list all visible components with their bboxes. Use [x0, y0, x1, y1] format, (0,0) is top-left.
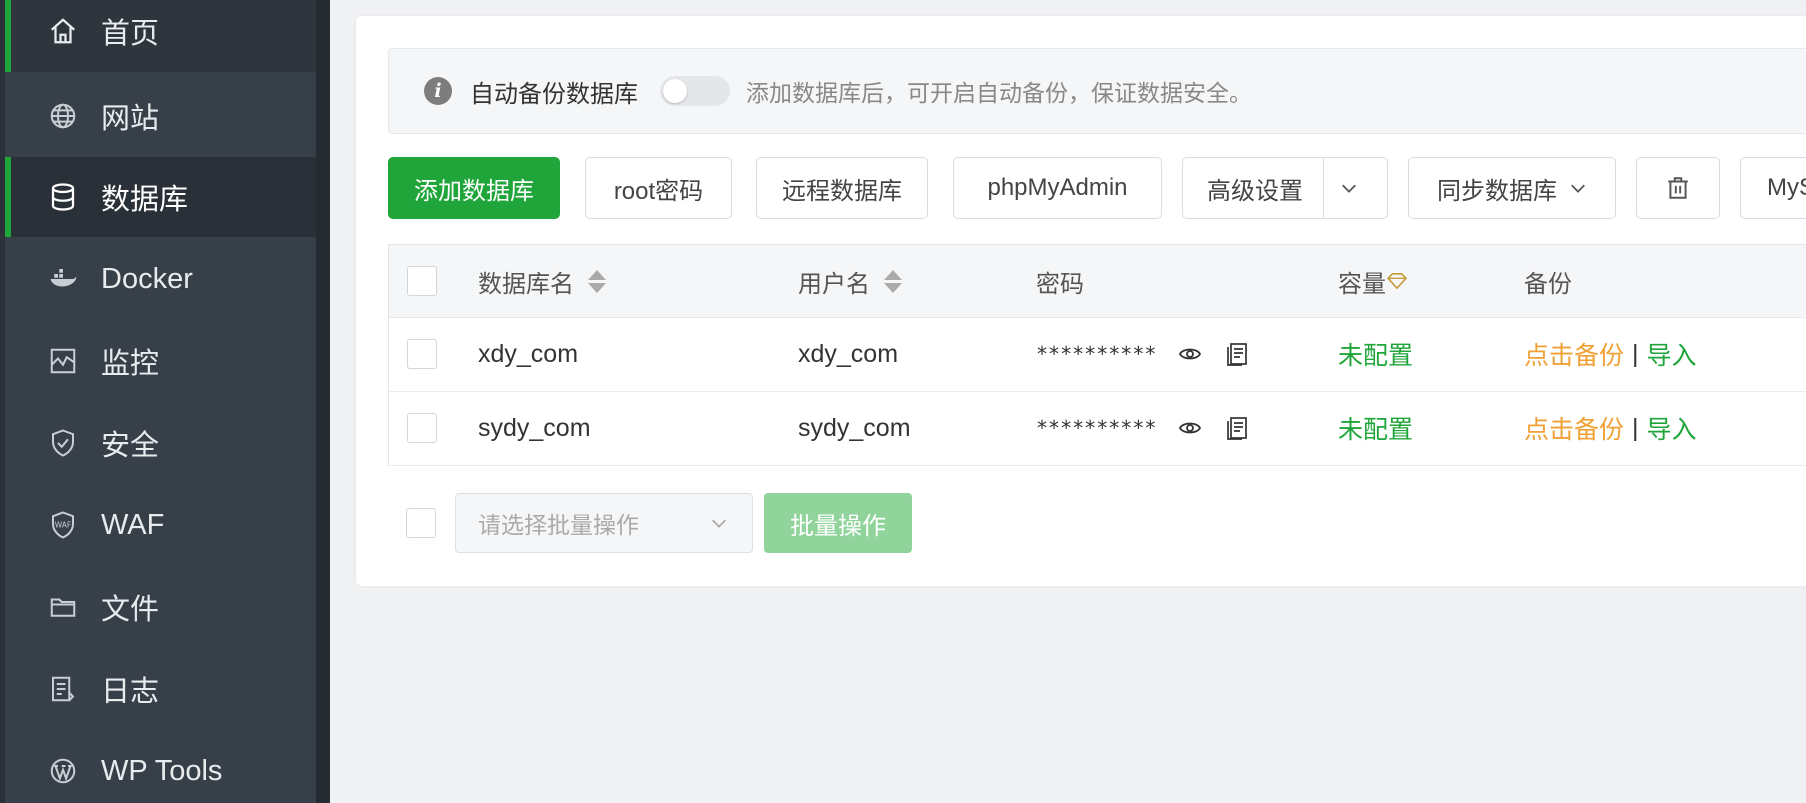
backup-link[interactable]: 点击备份: [1524, 336, 1624, 372]
backup-actions: 点击备份 | 导入: [1524, 391, 1697, 465]
sort-icon[interactable]: [588, 269, 606, 293]
wordpress-icon: [45, 753, 81, 789]
column-header-backup: 备份: [1524, 270, 1572, 298]
root-password-button[interactable]: root密码: [585, 157, 732, 219]
row-checkbox[interactable]: [407, 339, 437, 369]
sidebar-item-waf[interactable]: WAF WAF: [5, 485, 316, 565]
database-icon: [45, 179, 81, 215]
capacity-status[interactable]: 未配置: [1338, 391, 1413, 465]
column-header-capacity-label: 容量: [1338, 270, 1386, 298]
mysql-button-label: MyS: [1767, 174, 1806, 201]
sidebar-item-label: WP Tools: [101, 754, 223, 787]
log-icon: [45, 671, 81, 707]
sidebar-item-monitor[interactable]: 监控: [5, 321, 316, 401]
sync-database-button[interactable]: 同步数据库: [1408, 157, 1616, 219]
sidebar-item-docker[interactable]: Docker: [5, 239, 316, 319]
advanced-settings-dropdown[interactable]: 高级设置: [1182, 157, 1388, 219]
waf-icon: WAF: [45, 507, 81, 543]
sidebar-scroll-track[interactable]: [316, 0, 330, 803]
docker-icon: [45, 261, 81, 297]
db-password: **********: [1036, 317, 1252, 391]
sidebar-item-label: 首页: [101, 18, 160, 50]
sidebar-item-files[interactable]: 文件: [5, 567, 316, 647]
shield-icon: [45, 425, 81, 461]
divider: [1323, 158, 1324, 218]
sidebar-item-logs[interactable]: 日志: [5, 649, 316, 729]
remote-database-button[interactable]: 远程数据库: [756, 157, 928, 219]
sidebar-item-home[interactable]: 首页: [5, 0, 316, 72]
column-header-user-label: 用户名: [798, 270, 870, 298]
sidebar-item-label: 网站: [101, 103, 160, 135]
import-link[interactable]: 导入: [1647, 336, 1697, 372]
sidebar-item-security[interactable]: 安全: [5, 403, 316, 483]
db-name: sydy_com: [478, 413, 591, 442]
eye-icon[interactable]: [1176, 414, 1204, 442]
advanced-settings-label: 高级设置: [1207, 177, 1303, 205]
auto-backup-hint: 添加数据库后，可开启自动备份，保证数据安全。: [746, 80, 1252, 106]
sidebar-item-wp-tools[interactable]: WP Tools: [5, 731, 316, 803]
select-all-checkbox[interactable]: [407, 266, 437, 296]
column-header-user[interactable]: 用户名: [798, 245, 902, 317]
batch-operation-button[interactable]: 批量操作: [764, 493, 912, 553]
sidebar-item-website[interactable]: 网站: [5, 76, 316, 156]
db-password: **********: [1036, 391, 1252, 465]
auto-backup-toggle[interactable]: [660, 76, 730, 106]
trash-icon: [1668, 177, 1688, 199]
divider: |: [1632, 339, 1639, 368]
home-icon: [45, 13, 81, 49]
sidebar-item-database[interactable]: 数据库: [5, 157, 316, 237]
sidebar-item-label: 日志: [101, 676, 160, 708]
table-row: xdy_com xdy_com ********** 未配置 点击备份 | 导入: [389, 317, 1806, 392]
backup-actions: 点击备份 | 导入: [1524, 317, 1697, 391]
mysql-button[interactable]: MyS: [1740, 157, 1806, 219]
sidebar-item-label: 数据库: [101, 184, 189, 216]
folder-icon: [45, 589, 81, 625]
chevron-down-icon: [712, 519, 726, 528]
column-header-capacity: 容量: [1338, 245, 1408, 317]
column-header-name-label: 数据库名: [478, 270, 574, 298]
db-user: xdy_com: [798, 339, 899, 368]
copy-icon[interactable]: [1224, 340, 1252, 368]
db-name: xdy_com: [478, 339, 579, 368]
sidebar-item-label: WAF: [101, 508, 165, 541]
sidebar-item-label: 安全: [101, 430, 160, 462]
db-user: sydy_com: [798, 413, 911, 442]
column-header-password: 密码: [1036, 270, 1084, 298]
phpmyadmin-button[interactable]: phpMyAdmin: [953, 157, 1162, 219]
batch-operation-placeholder: 请选择批量操作: [478, 512, 639, 538]
sidebar-item-label: Docker: [101, 262, 193, 295]
svg-text:WAF: WAF: [55, 521, 71, 530]
delete-button[interactable]: [1636, 157, 1720, 219]
premium-diamond-icon: [1386, 272, 1408, 290]
table-row: sydy_com sydy_com ********** 未配置 点击备份 | …: [389, 391, 1806, 466]
globe-icon: [45, 98, 81, 134]
capacity-status[interactable]: 未配置: [1338, 317, 1413, 391]
sync-database-label: 同步数据库: [1437, 177, 1557, 205]
sidebar-item-label: 文件: [101, 594, 160, 626]
copy-icon[interactable]: [1224, 414, 1252, 442]
column-header-name[interactable]: 数据库名: [478, 245, 606, 317]
row-checkbox[interactable]: [407, 413, 437, 443]
auto-backup-label: 自动备份数据库: [470, 80, 638, 108]
password-mask: **********: [1036, 416, 1157, 440]
import-link[interactable]: 导入: [1647, 410, 1697, 446]
chevron-down-icon: [1571, 184, 1585, 193]
sidebar: 首页 网站 数据库 Docker 监控 安全 WAF WAF 文件 日志 WP …: [0, 0, 330, 803]
backup-link[interactable]: 点击备份: [1524, 410, 1624, 446]
divider: |: [1632, 413, 1639, 442]
sidebar-item-label: 监控: [101, 348, 160, 380]
monitor-icon: [45, 343, 81, 379]
auto-backup-bar: i 自动备份数据库 添加数据库后，可开启自动备份，保证数据安全。: [388, 48, 1806, 134]
password-mask: **********: [1036, 342, 1157, 366]
database-table: 数据库名 用户名 密码 容量 备份 xdy_com xdy_com ******…: [388, 244, 1806, 466]
add-database-button[interactable]: 添加数据库: [388, 157, 560, 219]
batch-operation-select[interactable]: 请选择批量操作: [455, 493, 753, 553]
info-icon: i: [424, 77, 452, 105]
chevron-down-icon[interactable]: [1340, 179, 1358, 197]
batch-select-checkbox[interactable]: [406, 508, 436, 538]
table-header: 数据库名 用户名 密码 容量 备份: [389, 245, 1806, 318]
eye-icon[interactable]: [1176, 340, 1204, 368]
sort-icon[interactable]: [884, 269, 902, 293]
